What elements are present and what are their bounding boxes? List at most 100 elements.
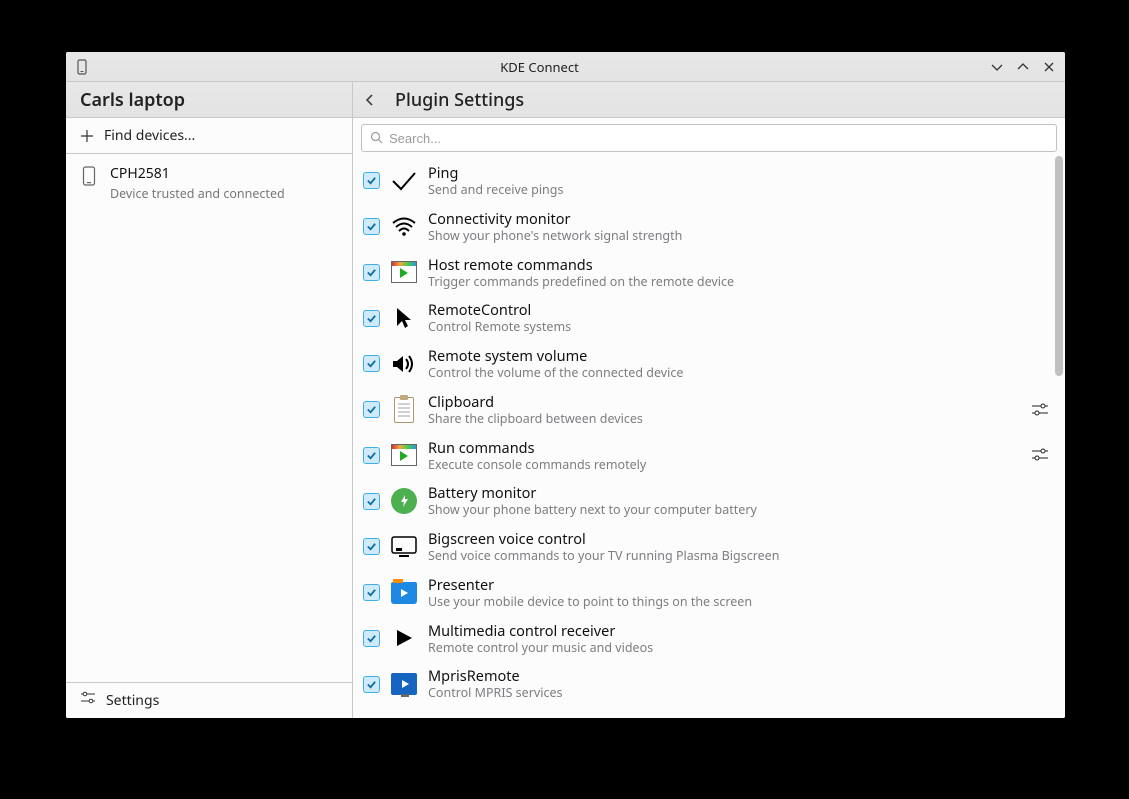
play-icon — [390, 624, 418, 652]
plugin-configure-button[interactable] — [1029, 444, 1051, 466]
sidebar: Carls laptop Find devices... CPH2581 Dev… — [66, 82, 353, 718]
device-item[interactable]: CPH2581 Device trusted and connected — [66, 154, 352, 212]
plugin-title: Battery monitor — [428, 484, 1051, 502]
plugin-title: Host remote commands — [428, 256, 1051, 274]
plugin-row[interactable]: PingSend and receive pings — [353, 158, 1065, 204]
device-list: CPH2581 Device trusted and connected — [66, 154, 352, 682]
volume-icon — [390, 350, 418, 378]
plugin-description: Show your phone battery next to your com… — [428, 502, 1051, 518]
plugin-configure-button[interactable] — [1029, 399, 1051, 421]
plugin-checkbox[interactable] — [363, 264, 380, 281]
app-icon — [74, 59, 90, 75]
plugin-checkbox[interactable] — [363, 584, 380, 601]
battery-icon — [390, 487, 418, 515]
plugin-checkbox[interactable] — [363, 447, 380, 464]
plugin-row[interactable]: RemoteControlControl Remote systems — [353, 295, 1065, 341]
app-window: KDE Connect Carls laptop Find devices... — [66, 52, 1065, 718]
tv-icon — [390, 533, 418, 561]
wifi-icon — [390, 213, 418, 241]
scrollbar-thumb[interactable] — [1055, 156, 1063, 376]
plugin-row[interactable]: Multimedia control receiverRemote contro… — [353, 616, 1065, 662]
plugin-checkbox[interactable] — [363, 401, 380, 418]
plugin-description: Send and receive pings — [428, 182, 1051, 198]
content-area: Carls laptop Find devices... CPH2581 Dev… — [66, 82, 1065, 718]
search-input[interactable] — [389, 131, 1048, 146]
plugin-description: Share the clipboard between devices — [428, 411, 1019, 427]
mpris-icon — [390, 670, 418, 698]
plugin-checkbox[interactable] — [363, 676, 380, 693]
plus-icon — [80, 129, 94, 143]
plugin-checkbox[interactable] — [363, 493, 380, 510]
plugin-checkbox[interactable] — [363, 630, 380, 647]
plugin-title: MprisRemote — [428, 667, 1051, 685]
plugin-checkbox[interactable] — [363, 538, 380, 555]
plugin-checkbox[interactable] — [363, 172, 380, 189]
plugin-row[interactable]: MprisRemoteControl MPRIS services — [353, 661, 1065, 707]
plugin-title: Ping — [428, 164, 1051, 182]
plugin-description: Execute console commands remotely — [428, 457, 1019, 473]
media-icon — [390, 258, 418, 286]
plugin-title: Connectivity monitor — [428, 210, 1051, 228]
device-status: Device trusted and connected — [110, 185, 285, 202]
plugin-row[interactable]: Battery monitorShow your phone battery n… — [353, 478, 1065, 524]
plugin-title: Multimedia control receiver — [428, 622, 1051, 640]
plugin-description: Show your phone's network signal strengt… — [428, 228, 1051, 244]
back-button[interactable] — [359, 89, 381, 111]
settings-button[interactable]: Settings — [66, 682, 352, 718]
plugin-description: Remote control your music and videos — [428, 640, 1051, 656]
plugin-row[interactable]: Run commandsExecute console commands rem… — [353, 433, 1065, 479]
plugin-text: Battery monitorShow your phone battery n… — [428, 484, 1051, 518]
plugin-description: Control Remote systems — [428, 319, 1051, 335]
plugin-title: Presenter — [428, 576, 1051, 594]
plugin-text: PingSend and receive pings — [428, 164, 1051, 198]
plugin-row[interactable]: Remote system volumeControl the volume o… — [353, 341, 1065, 387]
sliders-icon — [80, 691, 96, 710]
plugin-text: MprisRemoteControl MPRIS services — [428, 667, 1051, 701]
phone-icon — [80, 164, 98, 186]
plugin-row[interactable]: Bigscreen voice controlSend voice comman… — [353, 524, 1065, 570]
plugin-description: Trigger commands predefined on the remot… — [428, 274, 1051, 290]
minimize-button[interactable] — [989, 59, 1005, 75]
current-device-name: Carls laptop — [80, 88, 185, 112]
plugin-text: Multimedia control receiverRemote contro… — [428, 622, 1051, 656]
main-header: Plugin Settings — [353, 82, 1065, 118]
maximize-button[interactable] — [1015, 59, 1031, 75]
device-name: CPH2581 — [110, 164, 285, 183]
find-devices-label: Find devices... — [104, 126, 195, 145]
plugin-title: Run commands — [428, 439, 1019, 457]
search-icon — [370, 127, 383, 149]
plugin-text: PresenterUse your mobile device to point… — [428, 576, 1051, 610]
sidebar-header: Carls laptop — [66, 82, 352, 118]
plugin-row[interactable]: ClipboardShare the clipboard between dev… — [353, 387, 1065, 433]
ping-icon — [390, 167, 418, 195]
close-button[interactable] — [1041, 59, 1057, 75]
plugin-row[interactable]: Connectivity monitorShow your phone's ne… — [353, 204, 1065, 250]
plugin-row[interactable]: Host remote commandsTrigger commands pre… — [353, 250, 1065, 296]
window-controls — [989, 59, 1057, 75]
plugin-checkbox[interactable] — [363, 218, 380, 235]
media-icon — [390, 441, 418, 469]
presenter-icon — [390, 579, 418, 607]
plugin-list[interactable]: PingSend and receive pings Connectivity m… — [353, 156, 1065, 718]
window-title: KDE Connect — [90, 58, 989, 76]
page-title: Plugin Settings — [395, 88, 524, 112]
plugin-text: Run commandsExecute console commands rem… — [428, 439, 1019, 473]
plugin-title: RemoteControl — [428, 301, 1051, 319]
search-box[interactable] — [361, 124, 1057, 152]
cursor-icon — [390, 304, 418, 332]
plugin-title: Bigscreen voice control — [428, 530, 1051, 548]
main-panel: Plugin Settings PingSend and receive pin… — [353, 82, 1065, 718]
plugin-title: Remote system volume — [428, 347, 1051, 365]
plugin-text: Bigscreen voice controlSend voice comman… — [428, 530, 1051, 564]
plugin-checkbox[interactable] — [363, 310, 380, 327]
plugin-text: Connectivity monitorShow your phone's ne… — [428, 210, 1051, 244]
plugin-row[interactable]: PresenterUse your mobile device to point… — [353, 570, 1065, 616]
search-container — [353, 118, 1065, 156]
plugin-text: ClipboardShare the clipboard between dev… — [428, 393, 1019, 427]
plugin-checkbox[interactable] — [363, 355, 380, 372]
settings-label: Settings — [106, 691, 159, 710]
plugin-description: Control MPRIS services — [428, 685, 1051, 701]
scrollbar[interactable] — [1055, 156, 1063, 714]
plugin-text: Remote system volumeControl the volume o… — [428, 347, 1051, 381]
find-devices-button[interactable]: Find devices... — [66, 118, 352, 154]
